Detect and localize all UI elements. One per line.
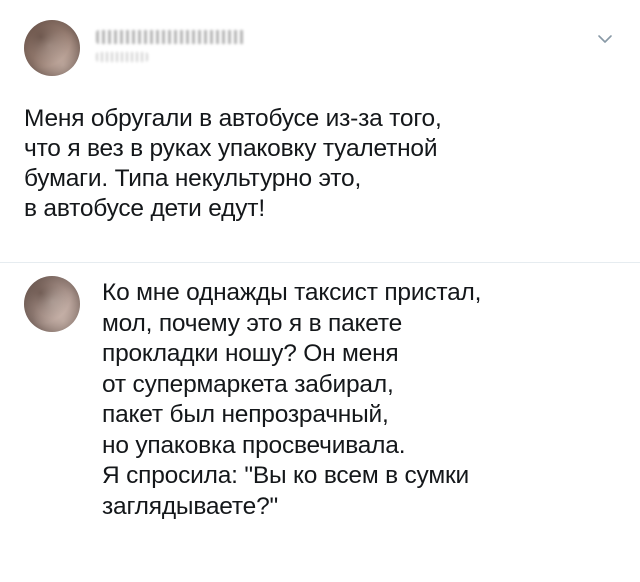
author-name-blurred[interactable]: [96, 30, 246, 44]
avatar-photo: [24, 276, 80, 332]
avatar[interactable]: [24, 20, 80, 76]
tweet-text: Меня обругали в автобусе из-за того, что…: [24, 105, 442, 222]
main-tweet: Меня обругали в автобусе из-за того, что…: [0, 0, 640, 262]
chevron-down-icon[interactable]: [596, 30, 614, 48]
author-handle-blurred: [96, 52, 148, 62]
avatar-photo: [24, 20, 80, 76]
reply-text: Ко мне однажды таксист пристал, мол, поч…: [102, 279, 482, 520]
divider: [0, 262, 640, 263]
tweet-screenshot: Меня обругали в автобусе из-за того, что…: [0, 0, 640, 582]
reply-avatar[interactable]: [24, 276, 80, 332]
